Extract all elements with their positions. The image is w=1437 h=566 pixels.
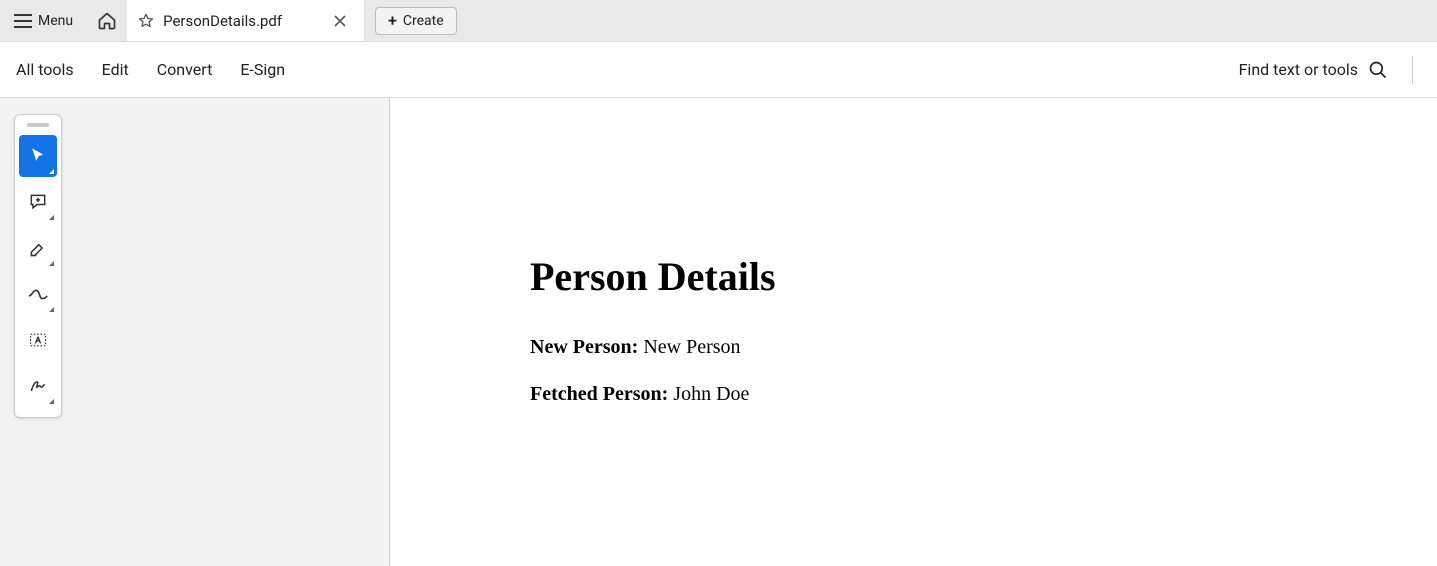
- create-label: Create: [403, 13, 444, 29]
- draw-tool-button[interactable]: [19, 273, 57, 315]
- toolbar-item-convert[interactable]: Convert: [157, 60, 213, 79]
- menu-label: Menu: [38, 13, 73, 29]
- toolbar-right: Find text or tools: [1239, 56, 1421, 84]
- highlight-tool-button[interactable]: [19, 227, 57, 269]
- hamburger-icon: [14, 14, 32, 28]
- comment-tool-icon: [28, 192, 48, 212]
- toolbar-left: All tools Edit Convert E-Sign: [16, 60, 285, 79]
- expand-corner-icon: [49, 307, 54, 312]
- row-label: Fetched Person:: [530, 383, 668, 405]
- workspace: Person Details New Person: New Person Fe…: [0, 98, 1437, 566]
- left-pane: [0, 98, 390, 566]
- document-row: Fetched Person: John Doe: [530, 383, 1437, 406]
- document-tab[interactable]: PersonDetails.pdf: [127, 0, 365, 41]
- textbox-tool-icon: [28, 330, 48, 350]
- tab-close-button[interactable]: [330, 11, 350, 31]
- expand-corner-icon: [49, 215, 54, 220]
- textbox-tool-button[interactable]: [19, 319, 57, 361]
- document-row: New Person: New Person: [530, 336, 1437, 359]
- star-icon[interactable]: [137, 12, 155, 30]
- highlight-tool-icon: [28, 238, 48, 258]
- search-icon[interactable]: [1368, 60, 1388, 80]
- home-icon: [97, 11, 117, 31]
- home-button[interactable]: [87, 0, 127, 41]
- tab-title: PersonDetails.pdf: [163, 12, 322, 30]
- menu-button[interactable]: Menu: [0, 0, 87, 41]
- row-value: New Person: [643, 336, 740, 358]
- comment-tool-button[interactable]: [19, 181, 57, 223]
- row-label: New Person:: [530, 336, 638, 358]
- toolbar-item-esign[interactable]: E-Sign: [240, 60, 285, 79]
- sign-tool-button[interactable]: [19, 365, 57, 407]
- toolbar-item-edit[interactable]: Edit: [102, 60, 129, 79]
- toolstrip-drag-handle[interactable]: [27, 123, 49, 127]
- find-label[interactable]: Find text or tools: [1239, 60, 1358, 79]
- sign-tool-icon: [28, 376, 48, 396]
- expand-corner-icon: [49, 261, 54, 266]
- plus-icon: +: [388, 13, 397, 29]
- document-heading: Person Details: [530, 253, 1437, 300]
- row-value: John Doe: [673, 383, 749, 405]
- close-icon: [334, 15, 346, 27]
- create-button[interactable]: + Create: [375, 7, 457, 35]
- select-tool-button[interactable]: [19, 135, 57, 177]
- toolbar-item-all-tools[interactable]: All tools: [16, 60, 74, 79]
- titlebar: Menu PersonDetails.pdf + Create: [0, 0, 1437, 42]
- draw-tool-icon: [27, 286, 49, 302]
- document-viewport[interactable]: Person Details New Person: New Person Fe…: [390, 98, 1437, 566]
- expand-corner-icon: [49, 399, 54, 404]
- secondary-toolbar: All tools Edit Convert E-Sign Find text …: [0, 42, 1437, 98]
- document-page: Person Details New Person: New Person Fe…: [390, 98, 1437, 406]
- expand-corner-icon: [49, 169, 54, 174]
- toolbar-divider: [1412, 56, 1413, 84]
- tool-strip: [14, 114, 62, 418]
- select-tool-icon: [28, 146, 48, 166]
